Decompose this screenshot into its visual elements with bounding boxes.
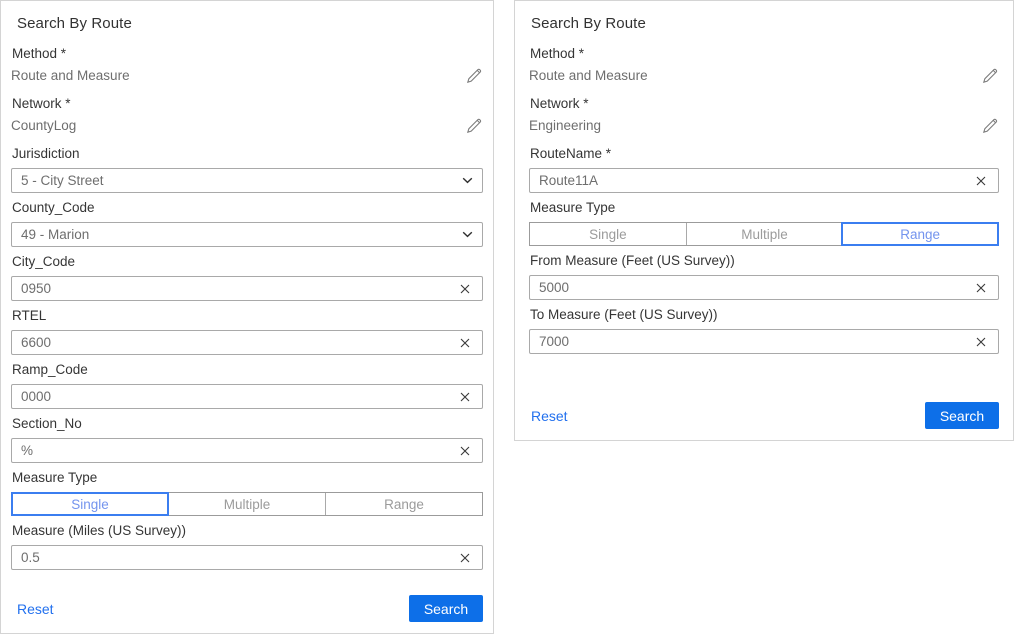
field-label: Jurisdiction [12, 146, 483, 162]
select-value: 49 - Marion [21, 227, 89, 242]
field-label: Measure (Miles (US Survey)) [12, 523, 483, 539]
field-to-measure: To Measure (Feet (US Survey)) [529, 307, 999, 354]
field-label: Ramp_Code [12, 362, 483, 378]
panel-footer: Reset Search [529, 402, 999, 429]
measure-input[interactable] [21, 550, 451, 565]
field-value: Route and Measure [11, 67, 130, 84]
field-label: Section_No [12, 416, 483, 432]
field-section-no: Section_No [11, 416, 483, 463]
field-label: Measure Type [12, 470, 483, 486]
from-measure-field-box [529, 275, 999, 300]
reset-link[interactable]: Reset [17, 601, 54, 617]
select-value: 5 - City Street [21, 173, 104, 188]
section-no-field-box [11, 438, 483, 463]
field-ramp-code: Ramp_Code [11, 362, 483, 409]
field-label: RTEL [12, 308, 483, 324]
field-label: County_Code [12, 200, 483, 216]
rtel-field-box [11, 330, 483, 355]
clear-icon[interactable] [457, 389, 473, 405]
jurisdiction-select[interactable]: 5 - City Street [11, 168, 483, 193]
field-label: Method * [12, 46, 483, 62]
clear-icon[interactable] [457, 443, 473, 459]
ramp-code-field-box [11, 384, 483, 409]
from-measure-input[interactable] [539, 280, 967, 295]
edit-icon[interactable] [981, 116, 999, 134]
to-measure-input[interactable] [539, 334, 967, 349]
rtel-input[interactable] [21, 335, 451, 350]
field-value: CountyLog [11, 117, 76, 134]
search-by-route-panel-right: Search By Route Method * Route and Measu… [514, 0, 1014, 441]
field-label: City_Code [12, 254, 483, 270]
measure-field-box [11, 545, 483, 570]
city-code-field-box [11, 276, 483, 301]
city-code-input[interactable] [21, 281, 451, 296]
edit-icon[interactable] [981, 66, 999, 84]
route-name-field-box [529, 168, 999, 193]
edit-icon[interactable] [465, 116, 483, 134]
panel-footer: Reset Search [11, 595, 483, 622]
panel-title: Search By Route [17, 15, 483, 33]
county-code-select[interactable]: 49 - Marion [11, 222, 483, 247]
field-network: Network * Engineering [529, 96, 999, 134]
field-from-measure: From Measure (Feet (US Survey)) [529, 253, 999, 300]
field-label: To Measure (Feet (US Survey)) [530, 307, 999, 323]
chevron-down-icon [461, 175, 473, 187]
ramp-code-input[interactable] [21, 389, 451, 404]
section-no-input[interactable] [21, 443, 451, 458]
search-button[interactable]: Search [409, 595, 483, 622]
clear-icon[interactable] [973, 280, 989, 296]
search-button[interactable]: Search [925, 402, 999, 429]
segment-range[interactable]: Range [842, 223, 998, 245]
field-network: Network * CountyLog [11, 96, 483, 134]
field-value: Route and Measure [529, 67, 648, 84]
field-city-code: City_Code [11, 254, 483, 301]
field-route-name: RouteName * [529, 146, 999, 193]
measure-type-segmented: Single Multiple Range [11, 492, 483, 516]
measure-type-segmented: Single Multiple Range [529, 222, 999, 246]
clear-icon[interactable] [457, 335, 473, 351]
field-rtel: RTEL [11, 308, 483, 355]
clear-icon[interactable] [973, 173, 989, 189]
clear-icon[interactable] [457, 281, 473, 297]
field-county-code: County_Code 49 - Marion [11, 200, 483, 247]
search-by-route-panel-left: Search By Route Method * Route and Measu… [0, 0, 494, 634]
field-label: Measure Type [530, 200, 999, 216]
clear-icon[interactable] [457, 550, 473, 566]
reset-link[interactable]: Reset [531, 408, 568, 424]
to-measure-field-box [529, 329, 999, 354]
field-label: Network * [12, 96, 483, 112]
segment-single[interactable]: Single [530, 223, 686, 245]
segment-range[interactable]: Range [325, 493, 482, 515]
segment-multiple[interactable]: Multiple [686, 223, 843, 245]
field-value: Engineering [529, 117, 601, 134]
field-label: Method * [530, 46, 999, 62]
segment-multiple[interactable]: Multiple [168, 493, 325, 515]
panel-title: Search By Route [531, 15, 999, 33]
field-method: Method * Route and Measure [529, 46, 999, 84]
field-measure: Measure (Miles (US Survey)) [11, 523, 483, 570]
edit-icon[interactable] [465, 66, 483, 84]
chevron-down-icon [461, 229, 473, 241]
segment-single[interactable]: Single [12, 493, 168, 515]
field-jurisdiction: Jurisdiction 5 - City Street [11, 146, 483, 193]
field-method: Method * Route and Measure [11, 46, 483, 84]
route-name-input[interactable] [539, 173, 967, 188]
field-measure-type: Measure Type Single Multiple Range [11, 470, 483, 516]
field-measure-type: Measure Type Single Multiple Range [529, 200, 999, 246]
field-label: RouteName * [530, 146, 999, 162]
clear-icon[interactable] [973, 334, 989, 350]
field-label: Network * [530, 96, 999, 112]
field-label: From Measure (Feet (US Survey)) [530, 253, 999, 269]
